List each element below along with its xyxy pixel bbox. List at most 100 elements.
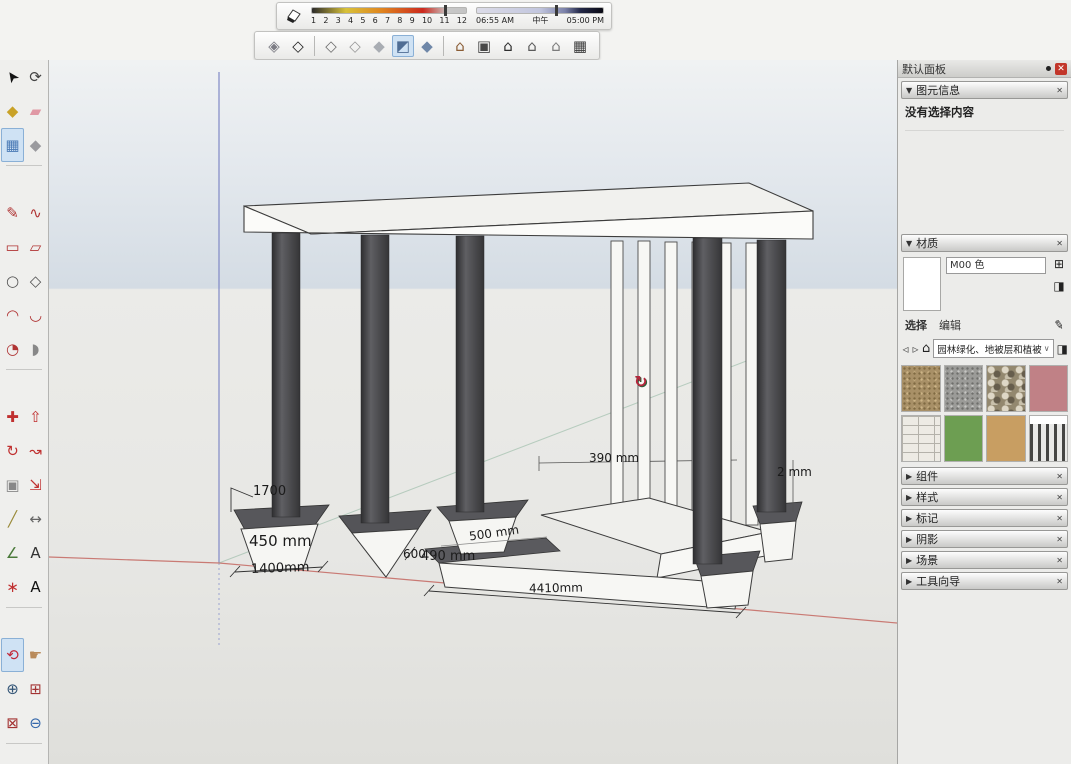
top-view-icon[interactable]: ▣ [473,35,495,57]
section-close-icon[interactable]: ✕ [1056,514,1063,523]
section-instructor[interactable]: ▶工具向导✕ [901,572,1068,590]
move-tool[interactable]: ✚ [1,400,24,434]
pie-tool[interactable]: ◔ [1,332,24,366]
entity-info-header[interactable]: ▼ 图元信息 ✕ [901,81,1068,99]
select-tool[interactable]: ➤ [1,60,24,94]
expand-arrow-icon[interactable]: ▶ [906,493,912,502]
pan-tool[interactable]: ☛ [24,638,47,672]
rectangle-tool[interactable]: ▭ [1,230,24,264]
swatch-gravel-brown[interactable] [901,365,941,412]
section-view-icon[interactable]: ▦ [569,35,591,57]
collapse-arrow-icon[interactable]: ▼ [906,239,912,248]
follow-me-tool[interactable]: ↝ [24,434,47,468]
collapse-arrow-icon[interactable]: ▼ [906,86,912,95]
tape-measure-tool[interactable]: ╱ [1,502,24,536]
swatch-stone-pavers[interactable] [901,415,941,462]
eraser-tool[interactable]: ▰ [24,94,47,128]
arc-tool[interactable]: ◠ [1,298,24,332]
swatch-grass-green[interactable] [944,415,984,462]
zoom-window-tool[interactable]: ⊞ [24,672,47,706]
paint-bucket-tool[interactable]: ◆ [1,94,24,128]
material-name-field[interactable]: M00 色 [946,257,1046,274]
tray-titlebar[interactable]: 默认面板 ✕ [898,60,1071,78]
display-pane-icon[interactable]: ◨ [1053,280,1064,293]
push-pull-tool[interactable]: ⇧ [24,400,47,434]
forward-arrow-icon[interactable]: ▹ [912,342,919,356]
circle-tool[interactable]: ○ [1,264,24,298]
shadow-time-slider[interactable]: 06:55 AM 中午 05:00 PM [476,7,604,25]
back-edges-icon[interactable]: ◇ [287,35,309,57]
section-shadows[interactable]: ▶阴影✕ [901,530,1068,548]
materials-close-icon[interactable]: ✕ [1056,239,1063,248]
date-slider-track[interactable] [311,7,467,14]
section-components[interactable]: ▶组件✕ [901,467,1068,485]
section-tags[interactable]: ▶标记✕ [901,509,1068,527]
section-close-icon[interactable]: ✕ [1056,556,1063,565]
scale-tool[interactable]: ⇲ [24,468,47,502]
home-icon[interactable]: ⌂ [922,341,930,356]
materials-header[interactable]: ▼ 材质 ✕ [901,234,1068,252]
freehand-tool[interactable]: ∿ [24,196,47,230]
right-view-icon[interactable]: ⌂ [521,35,543,57]
monochrome-icon[interactable]: ◆ [416,35,438,57]
textured-cube-tool[interactable]: ▦ [1,128,24,162]
protractor-tool[interactable]: ∠ [1,536,24,570]
back-arrow-icon[interactable]: ◃ [902,342,909,356]
shaded-textures-icon[interactable]: ◩ [392,35,414,57]
create-material-icon[interactable]: ⊞ [1054,258,1064,271]
swatch-rose-solid[interactable] [1029,365,1069,412]
text-tool[interactable]: A [24,536,47,570]
zoom-extents-tool[interactable]: ⊠ [1,706,24,740]
pin-icon[interactable] [1046,66,1051,71]
swatch-river-rock[interactable] [986,365,1026,412]
material-category-dropdown[interactable]: 园林绿化、地被层和植被 ∨ [933,339,1053,358]
curve-tool[interactable]: ◗ [24,332,47,366]
section-close-icon[interactable]: ✕ [1056,493,1063,502]
zoom-tool[interactable]: ⊕ [1,672,24,706]
shadow-toggle-icon[interactable] [284,8,302,24]
section-close-icon[interactable]: ✕ [1056,535,1063,544]
section-close-icon[interactable]: ✕ [1056,472,1063,481]
expand-arrow-icon[interactable]: ▶ [906,535,912,544]
iso-view-icon[interactable]: ⌂ [449,35,471,57]
polygon-tool[interactable]: ◇ [24,264,47,298]
section-scenes[interactable]: ▶场景✕ [901,551,1068,569]
section-styles[interactable]: ▶样式✕ [901,488,1068,506]
section-close-icon[interactable]: ✕ [1056,577,1063,586]
expand-arrow-icon[interactable]: ▶ [906,556,912,565]
shaded-icon[interactable]: ◆ [368,35,390,57]
tab-edit[interactable]: 编辑 [939,317,961,333]
offset-tool[interactable]: ▣ [1,468,24,502]
drawing-viewport[interactable]: 1700450 mm1400mm600490 mm500 mm4410mm390… [49,60,897,764]
entity-info-close-icon[interactable]: ✕ [1056,86,1063,95]
time-slider-track[interactable] [476,7,604,14]
expand-arrow-icon[interactable]: ▶ [906,577,912,586]
swatch-picket-fence[interactable] [1029,415,1069,462]
face-tool[interactable]: ◆ [24,128,47,162]
swatch-gravel-gray[interactable] [944,365,984,412]
xray-icon[interactable]: ◈ [263,35,285,57]
line-tool[interactable]: ✎ [1,196,24,230]
3d-text-tool[interactable]: A [24,570,47,604]
wireframe-icon[interactable]: ◇ [320,35,342,57]
rotated-rectangle-tool[interactable]: ▱ [24,230,47,264]
back-view-icon[interactable]: ⌂ [545,35,567,57]
orbit-arrow-tool[interactable]: ⟳ [24,60,47,94]
front-view-icon[interactable]: ⌂ [497,35,519,57]
expand-arrow-icon[interactable]: ▶ [906,472,912,481]
axes-tool[interactable]: ∗ [1,570,24,604]
two-point-arc-tool[interactable]: ◡ [24,298,47,332]
sample-paint-icon[interactable]: ✎ [1053,317,1065,333]
rotate-tool[interactable]: ↻ [1,434,24,468]
tab-select[interactable]: 选择 [905,317,927,333]
date-slider-handle[interactable] [444,5,447,16]
tray-close-button[interactable]: ✕ [1055,63,1067,75]
swatch-tan-solid[interactable] [986,415,1026,462]
orbit-tool[interactable]: ⟲ [1,638,24,672]
secondary-pane-icon[interactable]: ◨ [1057,342,1068,356]
dimension-tool[interactable]: ↔ [24,502,47,536]
shadow-date-slider[interactable]: 123456789101112 [311,7,467,25]
time-slider-handle[interactable] [555,5,558,16]
expand-arrow-icon[interactable]: ▶ [906,514,912,523]
hidden-line-icon[interactable]: ◇ [344,35,366,57]
